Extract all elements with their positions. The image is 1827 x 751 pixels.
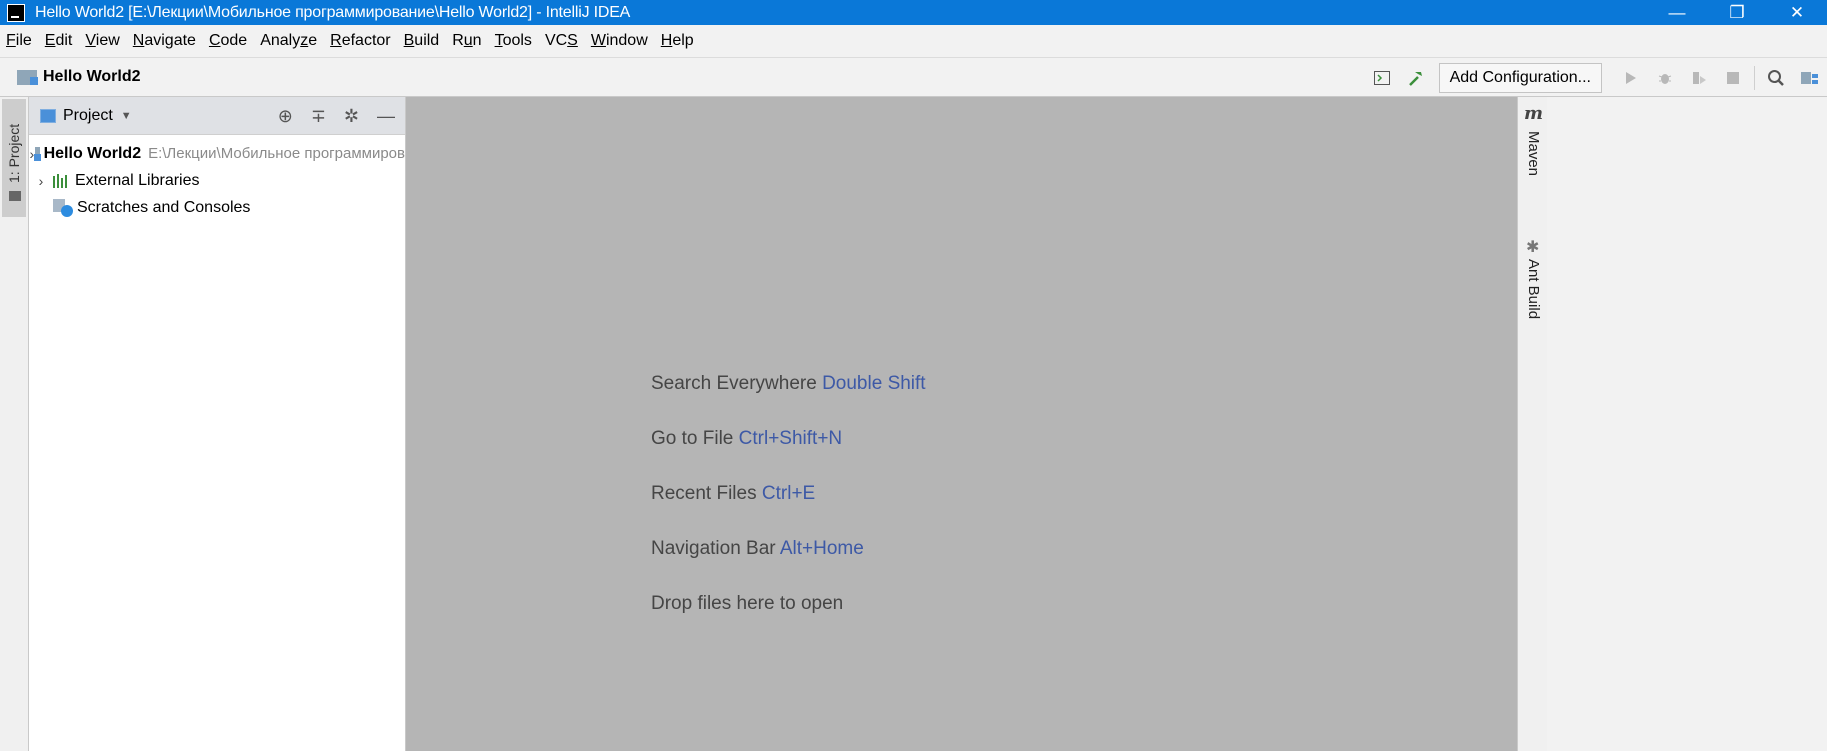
project-tool-tab-label: 1: Project <box>6 123 22 183</box>
locate-icon[interactable]: ⊕ <box>278 106 293 127</box>
tree-item-scratches[interactable]: Scratches and Consoles <box>29 194 405 221</box>
search-icon[interactable] <box>1765 67 1787 89</box>
run-coverage-icon[interactable] <box>1688 67 1710 89</box>
menu-vcs[interactable]: VCS <box>545 32 578 50</box>
project-panel-actions: ⊕ ∓ ✲ — <box>260 97 395 135</box>
breadcrumb-project[interactable]: Hello World2 <box>43 68 141 86</box>
maximize-button[interactable]: ❐ <box>1707 0 1767 25</box>
window-title: Hello World2 [E:\Лекции\Мобильное програ… <box>35 3 631 21</box>
window-background <box>1547 97 1827 751</box>
debug-icon[interactable] <box>1654 67 1676 89</box>
project-panel: Project ▼ ⊕ ∓ ✲ — › Hello World2 E:\Лекц… <box>29 97 406 751</box>
collapse-all-icon[interactable]: ∓ <box>311 106 326 127</box>
hint-drop-files: Drop files here to open <box>651 593 844 614</box>
stop-icon[interactable] <box>1722 67 1744 89</box>
tree-item-label: Scratches and Consoles <box>77 198 251 216</box>
run-toolbar: Add Configuration... <box>1365 58 1827 97</box>
menu-tools[interactable]: Tools <box>495 32 532 50</box>
project-panel-header: Project ▼ ⊕ ∓ ✲ — <box>29 97 405 135</box>
tree-item-path: E:\Лекции\Мобильное программиров <box>148 145 405 162</box>
menu-bar: File Edit View Navigate Code Analyze Ref… <box>0 25 1827 58</box>
hint-search-everywhere: Search Everywhere Double Shift <box>651 373 926 394</box>
project-view-icon <box>40 108 56 123</box>
menu-edit[interactable]: Edit <box>45 32 73 50</box>
libraries-icon <box>53 173 71 188</box>
intellij-logo-icon <box>7 3 25 22</box>
menu-run[interactable]: Run <box>452 32 481 50</box>
hide-icon[interactable]: — <box>377 106 395 127</box>
build-hammer-icon[interactable] <box>1405 67 1427 89</box>
menu-code[interactable]: Code <box>209 32 247 50</box>
hint-navigation-bar: Navigation Bar Alt+Home <box>651 538 864 559</box>
project-tree: › Hello World2 E:\Лекции\Мобильное прогр… <box>29 135 405 221</box>
maven-tool-tab[interactable]: Maven <box>1525 131 1542 176</box>
menu-help[interactable]: Help <box>661 32 694 50</box>
editor-area[interactable]: Search Everywhere Double Shift Go to Fil… <box>406 97 1517 751</box>
menu-file[interactable]: File <box>6 32 32 50</box>
project-tool-tab[interactable]: 1: Project <box>2 99 26 217</box>
chevron-down-icon[interactable]: ▼ <box>121 110 132 122</box>
navigation-bar: Hello World2 Add Configuration... <box>0 58 1827 97</box>
expand-arrow-icon[interactable]: › <box>29 173 53 189</box>
hint-go-to-file: Go to File Ctrl+Shift+N <box>651 428 843 449</box>
menu-build[interactable]: Build <box>404 32 440 50</box>
run-icon[interactable] <box>1620 67 1642 89</box>
gear-icon[interactable]: ✲ <box>344 106 359 127</box>
minimize-button[interactable]: — <box>1647 0 1707 25</box>
toolbar-separator <box>1754 65 1755 90</box>
tree-item-label: Hello World2 <box>43 144 142 162</box>
tree-item-project[interactable]: › Hello World2 E:\Лекции\Мобильное прогр… <box>29 140 405 167</box>
maven-icon[interactable]: m <box>1524 103 1543 124</box>
menu-window[interactable]: Window <box>591 32 648 50</box>
right-tool-stripe: m Maven ✱ Ant Build <box>1517 97 1547 751</box>
ant-build-tool-tab[interactable]: Ant Build <box>1525 259 1542 319</box>
title-bar: Hello World2 [E:\Лекции\Мобильное програ… <box>0 0 1827 25</box>
add-configuration-button[interactable]: Add Configuration... <box>1438 62 1602 93</box>
left-tool-stripe: 1: Project <box>0 97 29 751</box>
menu-refactor[interactable]: Refactor <box>330 32 390 50</box>
terminal-icon[interactable] <box>1371 67 1393 89</box>
ant-icon[interactable]: ✱ <box>1526 237 1539 257</box>
menu-view[interactable]: View <box>85 32 119 50</box>
menu-navigate[interactable]: Navigate <box>133 32 196 50</box>
project-structure-icon[interactable] <box>1799 67 1821 89</box>
menu-analyze[interactable]: Analyze <box>260 32 317 50</box>
window-controls: — ❐ ✕ <box>1647 0 1827 25</box>
hint-recent-files: Recent Files Ctrl+E <box>651 483 816 504</box>
project-view-selector[interactable]: Project <box>63 107 113 125</box>
project-folder-icon <box>17 69 38 85</box>
tree-item-external-libraries[interactable]: › External Libraries <box>29 167 405 194</box>
tree-item-label: External Libraries <box>75 171 200 189</box>
scratches-icon <box>53 198 73 217</box>
editor-empty-hints: Search Everywhere Double Shift Go to Fil… <box>651 373 926 648</box>
folder-icon <box>9 191 21 201</box>
close-button[interactable]: ✕ <box>1767 0 1827 25</box>
module-folder-icon <box>33 146 41 161</box>
